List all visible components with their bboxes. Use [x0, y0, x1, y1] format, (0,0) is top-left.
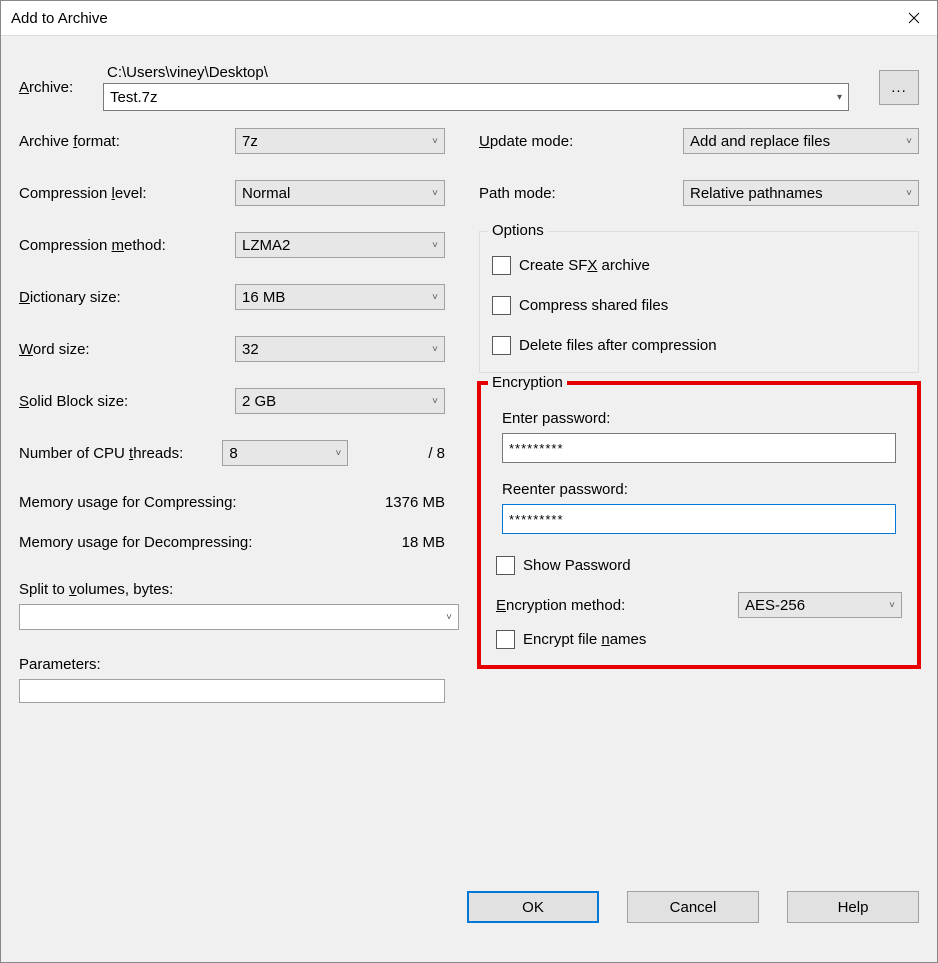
archive-filename-combo[interactable]: Test.7z ▾: [103, 83, 849, 111]
word-size-combo[interactable]: 32˅: [235, 336, 445, 362]
memory-compress-row: Memory usage for Compressing: 1376 MB: [19, 491, 445, 513]
delete-after-checkbox[interactable]: Delete files after compression: [492, 334, 906, 356]
checkbox-icon: [492, 296, 511, 315]
dictionary-size-row: Dictionary size: 16 MB˅: [19, 283, 445, 311]
compression-level-combo[interactable]: Normal˅: [235, 180, 445, 206]
encryption-method-row: Encryption method: AES-256˅: [496, 592, 902, 618]
cpu-threads-row: Number of CPU threads: 8˅ / 8: [19, 439, 445, 467]
chevron-down-icon: ˅: [906, 136, 912, 147]
encryption-group: Encryption Enter password: ********* Ree…: [479, 383, 919, 667]
options-legend: Options: [488, 222, 548, 239]
cpu-threads-combo[interactable]: 8˅: [222, 440, 348, 466]
update-mode-combo[interactable]: Add and replace files˅: [683, 128, 919, 154]
chevron-down-icon: ˅: [335, 448, 341, 459]
update-mode-row: Update mode: Add and replace files˅: [479, 127, 919, 155]
options-group: Options Create SFX archive Compress shar…: [479, 231, 919, 373]
compression-level-row: Compression level: Normal˅: [19, 179, 445, 207]
compression-method-combo[interactable]: LZMA2˅: [235, 232, 445, 258]
dialog-footer: OK Cancel Help: [1, 872, 937, 962]
chevron-down-icon: ˅: [432, 344, 438, 355]
archive-filename-value: Test.7z: [110, 89, 158, 106]
solid-block-combo[interactable]: 2 GB˅: [235, 388, 445, 414]
compression-method-label: Compression method:: [19, 237, 235, 254]
archive-destination-path: C:\Users\viney\Desktop\: [103, 64, 849, 81]
cpu-threads-total: / 8: [428, 445, 445, 462]
ok-button[interactable]: OK: [467, 891, 599, 923]
cancel-button[interactable]: Cancel: [627, 891, 759, 923]
enter-password-label: Enter password:: [502, 410, 902, 427]
archive-format-row: Archive format: 7z˅: [19, 127, 445, 155]
path-mode-row: Path mode: Relative pathnames˅: [479, 179, 919, 207]
enter-password-input[interactable]: *********: [502, 433, 896, 463]
dictionary-size-combo[interactable]: 16 MB˅: [235, 284, 445, 310]
chevron-down-icon: ˅: [432, 292, 438, 303]
help-button[interactable]: Help: [787, 891, 919, 923]
cpu-threads-label: Number of CPU threads:: [19, 445, 222, 462]
archive-row: Archive: C:\Users\viney\Desktop\ Test.7z…: [19, 64, 919, 111]
checkbox-icon: [492, 256, 511, 275]
archive-format-label: Archive format:: [19, 133, 235, 150]
close-button[interactable]: [891, 1, 937, 35]
archive-label: Archive:: [19, 79, 103, 96]
memory-decompress-value: 18 MB: [402, 534, 445, 551]
browse-button[interactable]: ...: [879, 70, 919, 105]
compression-method-row: Compression method: LZMA2˅: [19, 231, 445, 259]
chevron-down-icon: ˅: [432, 396, 438, 407]
encrypt-filenames-checkbox[interactable]: Encrypt file names: [496, 628, 902, 650]
chevron-down-icon: ˅: [889, 600, 895, 611]
checkbox-icon: [496, 556, 515, 575]
encryption-method-combo[interactable]: AES-256˅: [738, 592, 902, 618]
parameters-input[interactable]: [19, 679, 445, 703]
split-volumes-label: Split to volumes, bytes:: [19, 581, 445, 598]
compress-shared-checkbox[interactable]: Compress shared files: [492, 294, 906, 316]
chevron-down-icon: ˅: [446, 612, 452, 623]
solid-block-label: Solid Block size:: [19, 393, 235, 410]
solid-block-row: Solid Block size: 2 GB˅: [19, 387, 445, 415]
compression-level-label: Compression level:: [19, 185, 235, 202]
word-size-row: Word size: 32˅: [19, 335, 445, 363]
memory-decompress-row: Memory usage for Decompressing: 18 MB: [19, 531, 445, 553]
archive-format-combo[interactable]: 7z˅: [235, 128, 445, 154]
memory-compress-label: Memory usage for Compressing:: [19, 494, 237, 511]
chevron-down-icon: ˅: [432, 136, 438, 147]
chevron-down-icon: ˅: [432, 188, 438, 199]
reenter-password-input[interactable]: *********: [502, 504, 896, 534]
close-icon: [908, 12, 920, 24]
parameters-label: Parameters:: [19, 656, 445, 673]
chevron-down-icon: ▾: [837, 92, 842, 103]
encryption-method-label: Encryption method:: [496, 597, 625, 614]
encryption-legend: Encryption: [488, 374, 567, 391]
word-size-label: Word size:: [19, 341, 235, 358]
add-to-archive-window: Add to Archive Archive: C:\Users\viney\D…: [0, 0, 938, 963]
split-volumes-combo[interactable]: ˅: [19, 604, 459, 630]
chevron-down-icon: ˅: [432, 240, 438, 251]
memory-decompress-label: Memory usage for Decompressing:: [19, 534, 252, 551]
update-mode-label: Update mode:: [479, 133, 683, 150]
path-mode-label: Path mode:: [479, 185, 683, 202]
dictionary-size-label: Dictionary size:: [19, 289, 235, 306]
path-mode-combo[interactable]: Relative pathnames˅: [683, 180, 919, 206]
memory-compress-value: 1376 MB: [385, 494, 445, 511]
chevron-down-icon: ˅: [906, 188, 912, 199]
titlebar: Add to Archive: [1, 1, 937, 36]
reenter-password-label: Reenter password:: [502, 481, 902, 498]
create-sfx-checkbox[interactable]: Create SFX archive: [492, 254, 906, 276]
show-password-checkbox[interactable]: Show Password: [496, 554, 902, 576]
checkbox-icon: [492, 336, 511, 355]
checkbox-icon: [496, 630, 515, 649]
window-title: Add to Archive: [11, 10, 108, 27]
